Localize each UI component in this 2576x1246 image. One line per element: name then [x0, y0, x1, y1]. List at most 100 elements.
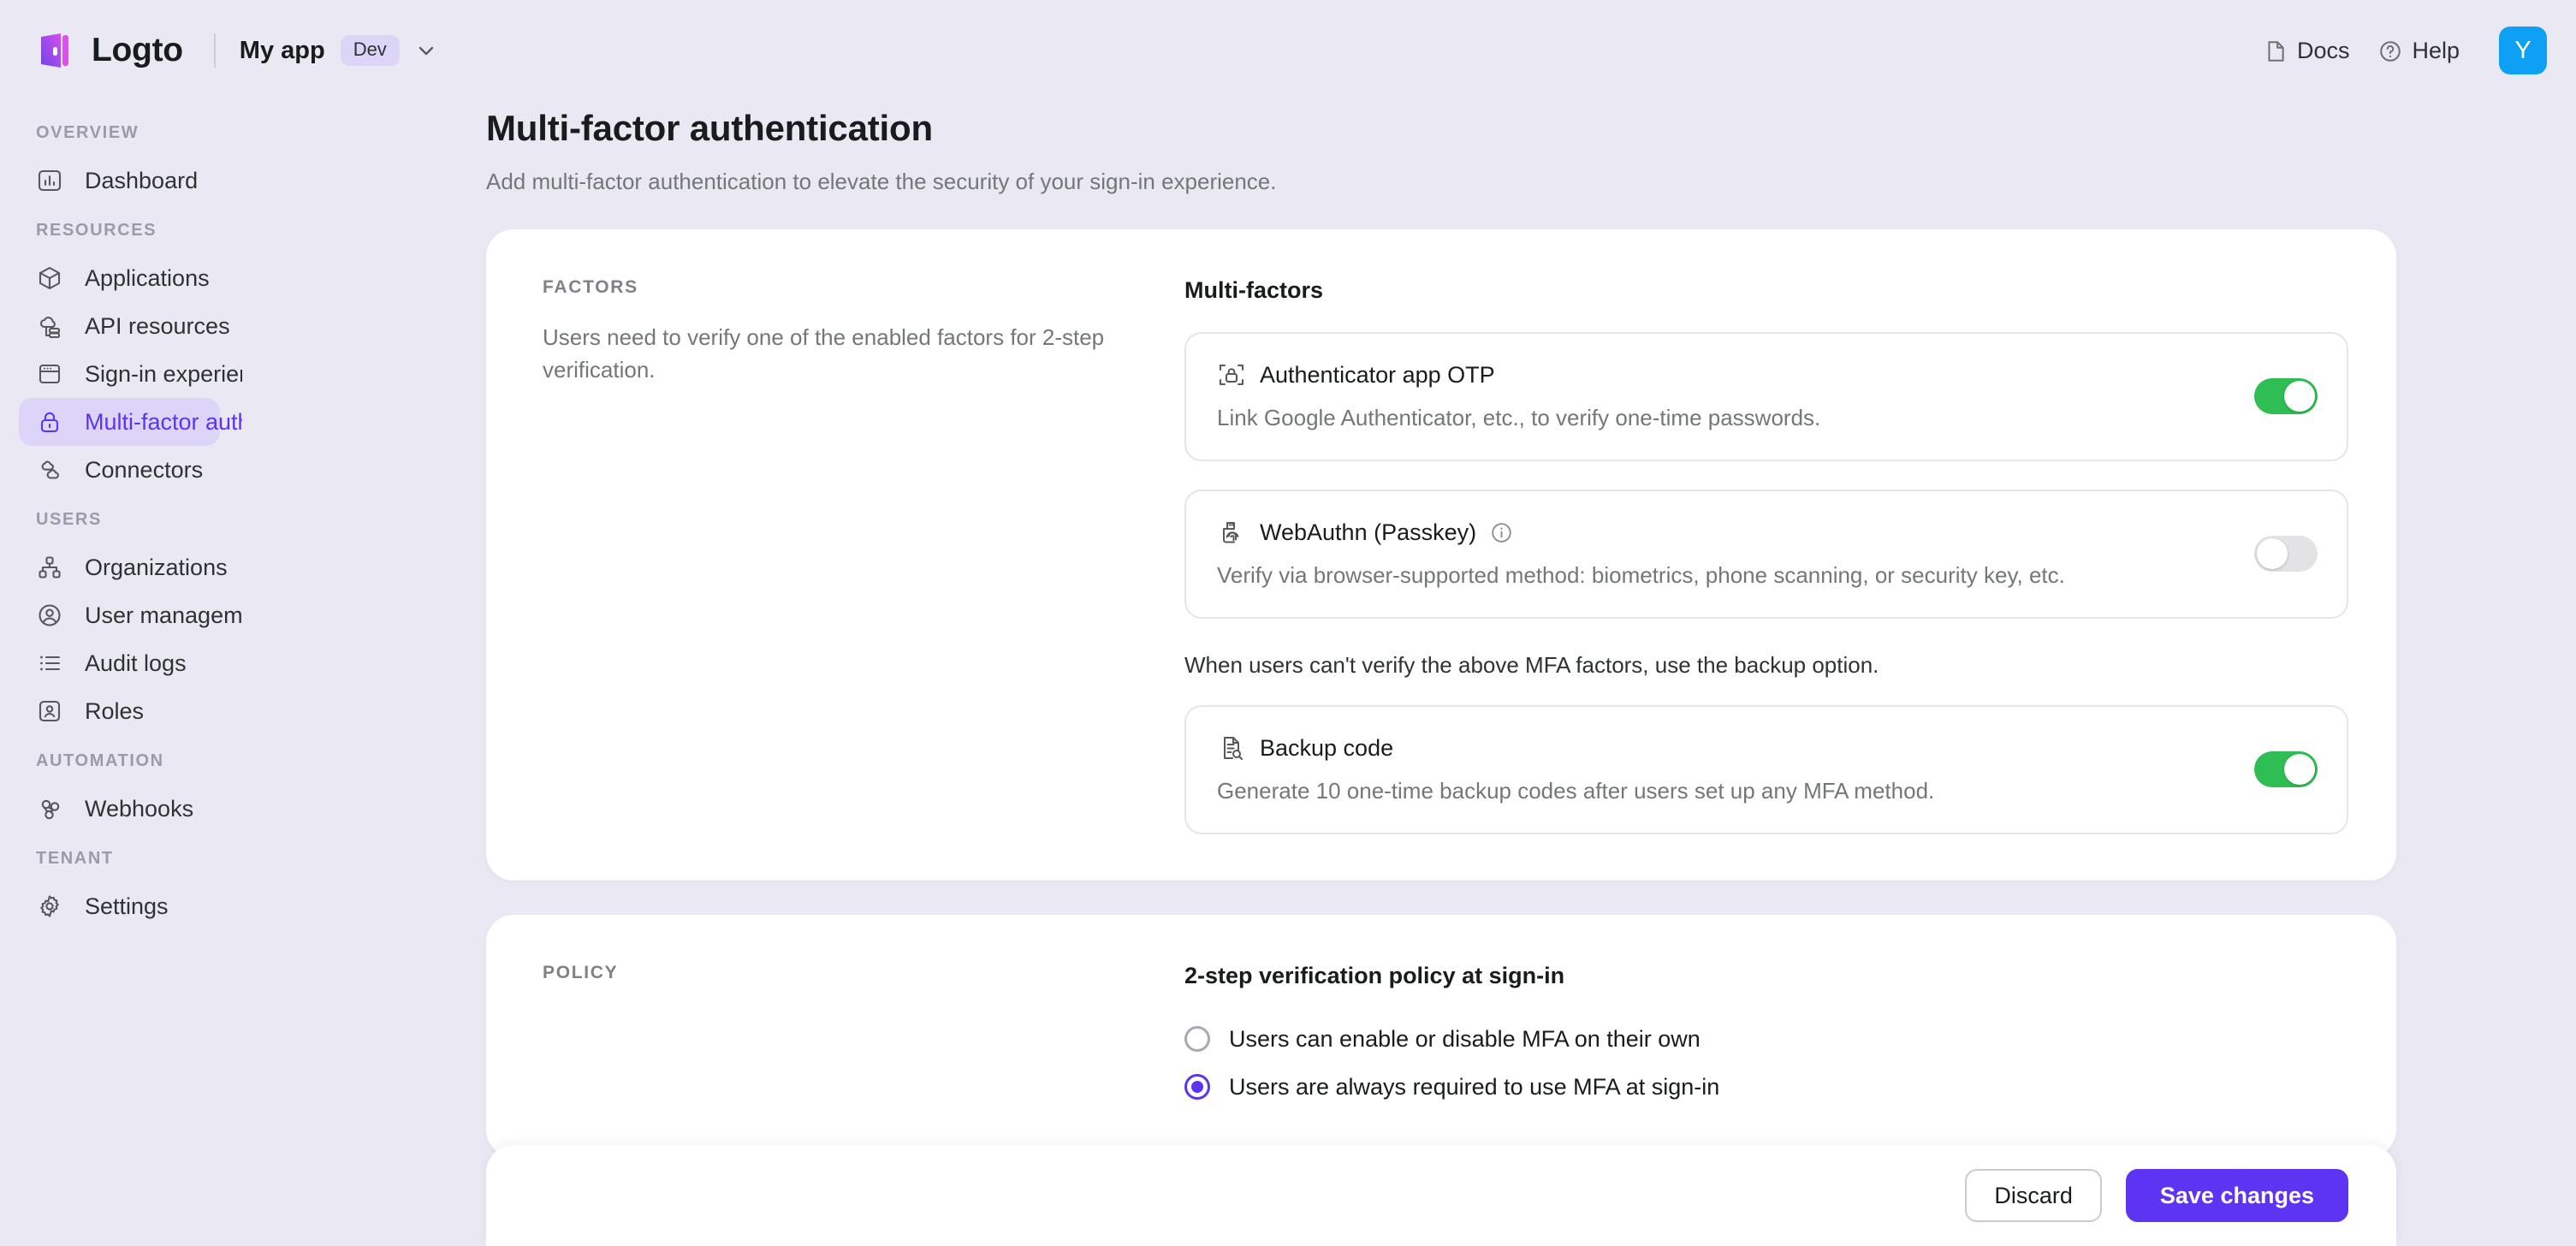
- document-icon: [2264, 39, 2286, 62]
- policy-heading: 2-step verification policy at sign-in: [1184, 963, 1565, 988]
- multi-factors-heading: Multi-factors: [1184, 277, 1323, 303]
- backup-note: When users can't verify the above MFA fa…: [1184, 652, 1879, 678]
- policy-option-label: Users are always required to use MFA at …: [1229, 1073, 1720, 1100]
- toggle-knob: [2257, 537, 2288, 569]
- sidebar-section-users: USERS: [36, 510, 102, 529]
- sidebar-item-label: API resources: [85, 312, 230, 339]
- sidebar-item-label: Sign-in experience: [85, 360, 242, 387]
- dashboard-chart-icon: [36, 167, 63, 194]
- chevron-down-icon: [415, 39, 437, 62]
- sidebar-section-resources: RESOURCES: [36, 221, 157, 240]
- toggle-authenticator-app-otp[interactable]: [2254, 377, 2318, 414]
- factor-name: WebAuthn (Passkey): [1260, 519, 1477, 545]
- org-tree-icon: [36, 554, 63, 581]
- avatar-initial: Y: [2514, 36, 2531, 64]
- body-row: OVERVIEW Dashboard RESOURCES Application…: [0, 101, 2576, 1246]
- sidebar-section-tenant: TENANT: [36, 849, 114, 868]
- sidebar-item-dashboard[interactable]: Dashboard: [19, 157, 220, 205]
- sidebar-item-label: User management: [85, 602, 242, 628]
- sidebar-item-label: Settings: [85, 893, 169, 919]
- sidebar-item-roles[interactable]: Roles: [19, 687, 220, 735]
- sidebar-item-audit-logs[interactable]: Audit logs: [19, 639, 220, 687]
- policy-card: POLICY 2-step verification policy at sig…: [486, 915, 2396, 1157]
- discard-button[interactable]: Discard: [1965, 1169, 2102, 1222]
- question-circle-icon: [2378, 39, 2401, 62]
- sidebar-item-label: Multi-factor auth: [85, 408, 242, 435]
- factor-row-backup-code: Backup code Generate 10 one-time backup …: [1184, 705, 2348, 834]
- tenant-selector[interactable]: My app Dev: [240, 35, 437, 66]
- sidebar-item-label: Dashboard: [85, 167, 199, 193]
- sidebar-item-label: Roles: [85, 697, 145, 724]
- avatar[interactable]: Y: [2499, 27, 2547, 74]
- tenant-env-badge: Dev: [340, 35, 400, 66]
- cube-icon: [36, 264, 63, 292]
- sidebar-item-label: Audit logs: [85, 650, 187, 676]
- factors-section-description: Users need to verify one of the enabled …: [543, 324, 1105, 383]
- factor-text: Backup code Generate 10 one-time backup …: [1217, 733, 2225, 804]
- help-link[interactable]: Help: [2378, 38, 2460, 64]
- factor-name: Authenticator app OTP: [1260, 361, 1495, 388]
- factors-card-body: FACTORS Users need to verify one of the …: [486, 229, 2396, 881]
- docs-label: Docs: [2296, 37, 2350, 63]
- bottom-action-bar: Discard Save changes: [486, 1145, 2396, 1246]
- user-card-icon: [36, 697, 63, 725]
- policy-section-title: POLICY: [543, 963, 619, 982]
- factors-card-right: Multi-factors Authenticator app OTP Link…: [1184, 277, 2348, 834]
- sidebar-item-label: Webhooks: [85, 795, 194, 822]
- factor-head: Authenticator app OTP: [1217, 360, 2225, 389]
- sidebar-item-webhooks[interactable]: Webhooks: [19, 785, 220, 833]
- radio-unchecked-icon: [1184, 1026, 1210, 1052]
- sidebar: OVERVIEW Dashboard RESOURCES Application…: [0, 101, 242, 1246]
- page-subtitle: Add multi-factor authentication to eleva…: [486, 169, 1277, 194]
- policy-card-body: POLICY 2-step verification policy at sig…: [486, 915, 2396, 1157]
- info-circle-icon[interactable]: [1490, 521, 1513, 544]
- sidebar-item-label: Connectors: [85, 456, 204, 483]
- factor-row-webauthn-passkey: WebAuthn (Passkey) Verify via browser-su…: [1184, 490, 2348, 619]
- tenant-name: My app: [239, 36, 325, 64]
- top-bar: Logto My app Dev Docs Help Y: [0, 0, 2576, 101]
- main-content: Multi-factor authentication Add multi-fa…: [242, 101, 2576, 1246]
- factor-head: WebAuthn (Passkey): [1217, 518, 2225, 547]
- sidebar-item-api-resources[interactable]: API resources: [19, 302, 230, 350]
- main-inner: Multi-factor authentication Add multi-fa…: [242, 108, 2576, 1157]
- connectors-cloud-icon: [36, 456, 63, 484]
- policy-card-left: POLICY: [543, 963, 1184, 1111]
- toggle-webauthn-passkey[interactable]: [2254, 535, 2318, 572]
- document-search-icon: [1217, 733, 1246, 762]
- sidebar-section-automation: AUTOMATION: [36, 751, 164, 770]
- factor-list: Authenticator app OTP Link Google Authen…: [1184, 332, 2348, 619]
- brand[interactable]: Logto: [38, 32, 183, 69]
- factor-name: Backup code: [1260, 734, 1394, 761]
- factor-description: Generate 10 one-time backup codes after …: [1217, 778, 1935, 804]
- brand-name: Logto: [92, 32, 183, 68]
- app-root: Logto My app Dev Docs Help Y OVERVIEW Da…: [0, 0, 2576, 1246]
- toggle-knob: [2284, 753, 2315, 785]
- toggle-knob: [2284, 380, 2315, 412]
- sidebar-item-label: Organizations: [85, 554, 228, 580]
- help-label: Help: [2412, 37, 2460, 63]
- sidebar-item-label: Applications: [85, 264, 210, 291]
- top-bar-divider: [213, 33, 216, 68]
- user-circle-icon: [36, 602, 63, 629]
- sidebar-item-user-management[interactable]: User management: [19, 591, 242, 639]
- sidebar-item-multi-factor-auth[interactable]: Multi-factor auth: [19, 398, 242, 446]
- page-title: Multi-factor authentication: [486, 108, 933, 148]
- lock-icon: [36, 408, 63, 436]
- policy-option-mandatory[interactable]: Users are always required to use MFA at …: [1184, 1063, 2348, 1111]
- factor-text: WebAuthn (Passkey) Verify via browser-su…: [1217, 518, 2225, 589]
- policy-option-user-controlled[interactable]: Users can enable or disable MFA on their…: [1184, 1015, 2348, 1063]
- logto-logo-icon: [38, 32, 75, 69]
- sidebar-item-organizations[interactable]: Organizations: [19, 543, 228, 591]
- sidebar-item-settings[interactable]: Settings: [19, 882, 220, 930]
- list-icon: [36, 650, 63, 677]
- sidebar-item-connectors[interactable]: Connectors: [19, 446, 220, 494]
- sidebar-item-applications[interactable]: Applications: [19, 254, 220, 302]
- docs-link[interactable]: Docs: [2264, 37, 2350, 64]
- factor-description: Link Google Authenticator, etc., to veri…: [1217, 405, 1821, 430]
- toggle-backup-code[interactable]: [2254, 751, 2318, 787]
- factors-card-left: FACTORS Users need to verify one of the …: [543, 277, 1184, 834]
- webhook-icon: [36, 795, 63, 822]
- save-changes-button[interactable]: Save changes: [2125, 1169, 2348, 1222]
- sidebar-item-sign-in-experience[interactable]: Sign-in experience: [19, 350, 242, 398]
- gear-icon: [36, 893, 63, 920]
